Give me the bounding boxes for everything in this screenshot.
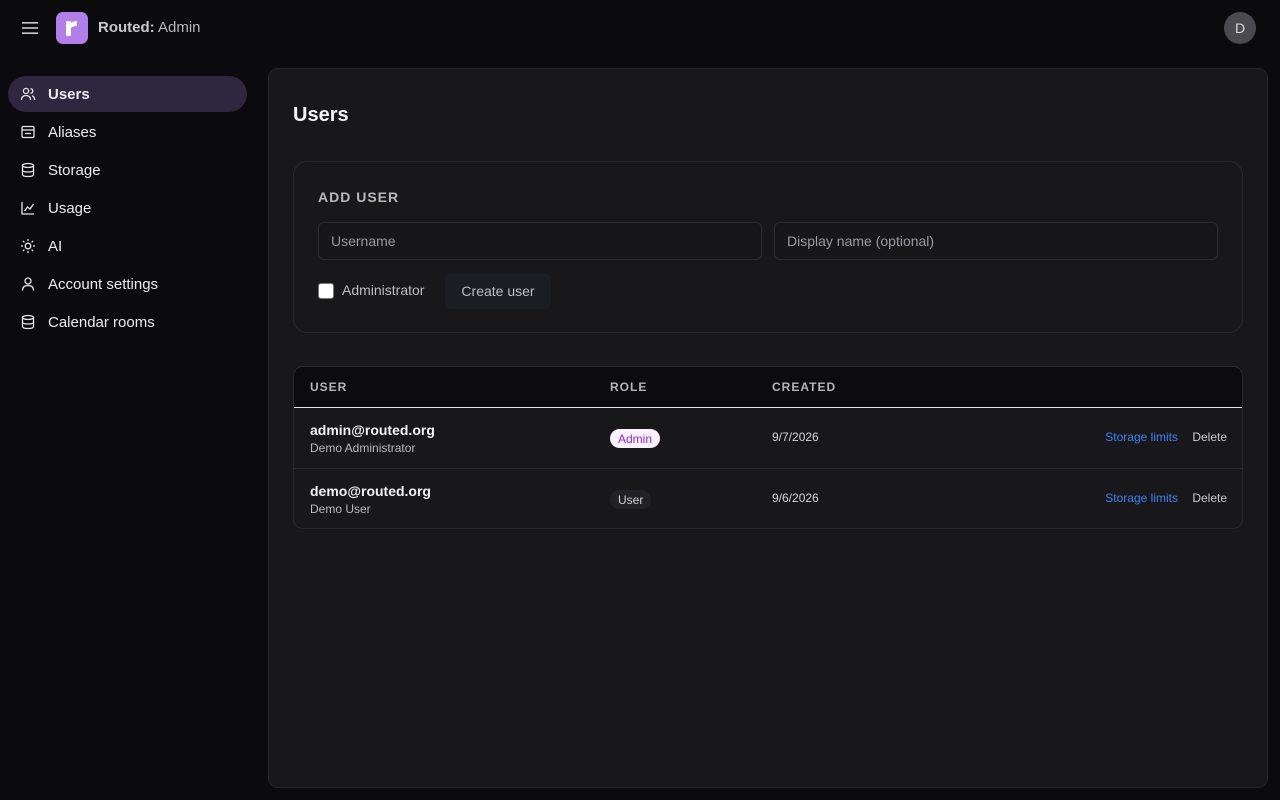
delete-button[interactable]: Delete	[1192, 430, 1227, 444]
created-date: 9/6/2026	[772, 491, 819, 505]
avatar[interactable]: D	[1224, 12, 1256, 44]
sidebar: Users Aliases Storage Usage AI Account s…	[8, 76, 247, 342]
delete-button[interactable]: Delete	[1192, 491, 1227, 505]
page-title: Users	[293, 104, 349, 126]
role-badge: User	[610, 490, 652, 509]
top-bar: Routed: Admin D	[0, 0, 1280, 56]
add-user-card: ADD USER Administrator Create user	[293, 161, 1243, 333]
administrator-checkbox[interactable]	[318, 283, 334, 299]
app-section: Admin	[158, 19, 201, 36]
administrator-label: Administrator	[342, 282, 425, 298]
user-email: demo@routed.org	[310, 483, 431, 499]
main-panel: Users ADD USER Administrator Create user…	[268, 68, 1268, 788]
sidebar-item-label: Usage	[48, 199, 92, 217]
sun-icon	[20, 238, 36, 254]
column-header-role[interactable]: ROLE	[610, 380, 647, 394]
app-name: Routed:	[98, 19, 155, 36]
username-input[interactable]	[318, 222, 762, 260]
create-user-button[interactable]: Create user	[445, 273, 551, 309]
sidebar-item-storage[interactable]: Storage	[8, 152, 247, 188]
user-icon	[20, 276, 36, 292]
sidebar-item-label: Calendar rooms	[48, 313, 155, 331]
app-logo[interactable]	[56, 12, 88, 44]
sidebar-item-usage[interactable]: Usage	[8, 190, 247, 226]
role-badge: Admin	[610, 429, 661, 448]
database-icon	[20, 314, 36, 330]
sidebar-item-account-settings[interactable]: Account settings	[8, 266, 247, 302]
sidebar-item-aliases[interactable]: Aliases	[8, 114, 247, 150]
storage-limits-link[interactable]: Storage limits	[1105, 491, 1178, 505]
hamburger-menu-icon[interactable]	[18, 16, 42, 40]
user-display-name: Demo Administrator	[310, 441, 416, 455]
sidebar-item-label: Aliases	[48, 123, 97, 141]
sidebar-item-users[interactable]: Users	[8, 76, 247, 112]
sidebar-item-label: Storage	[48, 161, 101, 179]
sidebar-item-ai[interactable]: AI	[8, 228, 247, 264]
sidebar-item-label: Account settings	[48, 275, 159, 293]
display-name-input[interactable]	[774, 222, 1218, 260]
database-icon	[20, 162, 36, 178]
app-title: Routed: Admin	[98, 19, 201, 36]
storage-limits-link[interactable]: Storage limits	[1105, 430, 1178, 444]
created-date: 9/7/2026	[772, 430, 819, 444]
column-header-user[interactable]: USER	[310, 380, 347, 394]
sidebar-item-calendar-rooms[interactable]: Calendar rooms	[8, 304, 247, 340]
users-table: USER ROLE CREATED admin@routed.org Demo …	[293, 366, 1243, 529]
sidebar-item-label: Users	[48, 85, 90, 103]
alias-icon	[20, 124, 36, 140]
chart-line-icon	[20, 200, 36, 216]
table-row: admin@routed.org Demo Administrator Admi…	[294, 408, 1242, 469]
table-header: USER ROLE CREATED	[294, 367, 1242, 408]
sidebar-item-label: AI	[48, 237, 63, 255]
user-display-name: Demo User	[310, 502, 371, 516]
user-email: admin@routed.org	[310, 422, 435, 438]
add-user-title: ADD USER	[318, 189, 400, 205]
table-row: demo@routed.org Demo User User 9/6/2026 …	[294, 469, 1242, 528]
column-header-created[interactable]: CREATED	[772, 380, 836, 394]
users-icon	[20, 86, 36, 102]
